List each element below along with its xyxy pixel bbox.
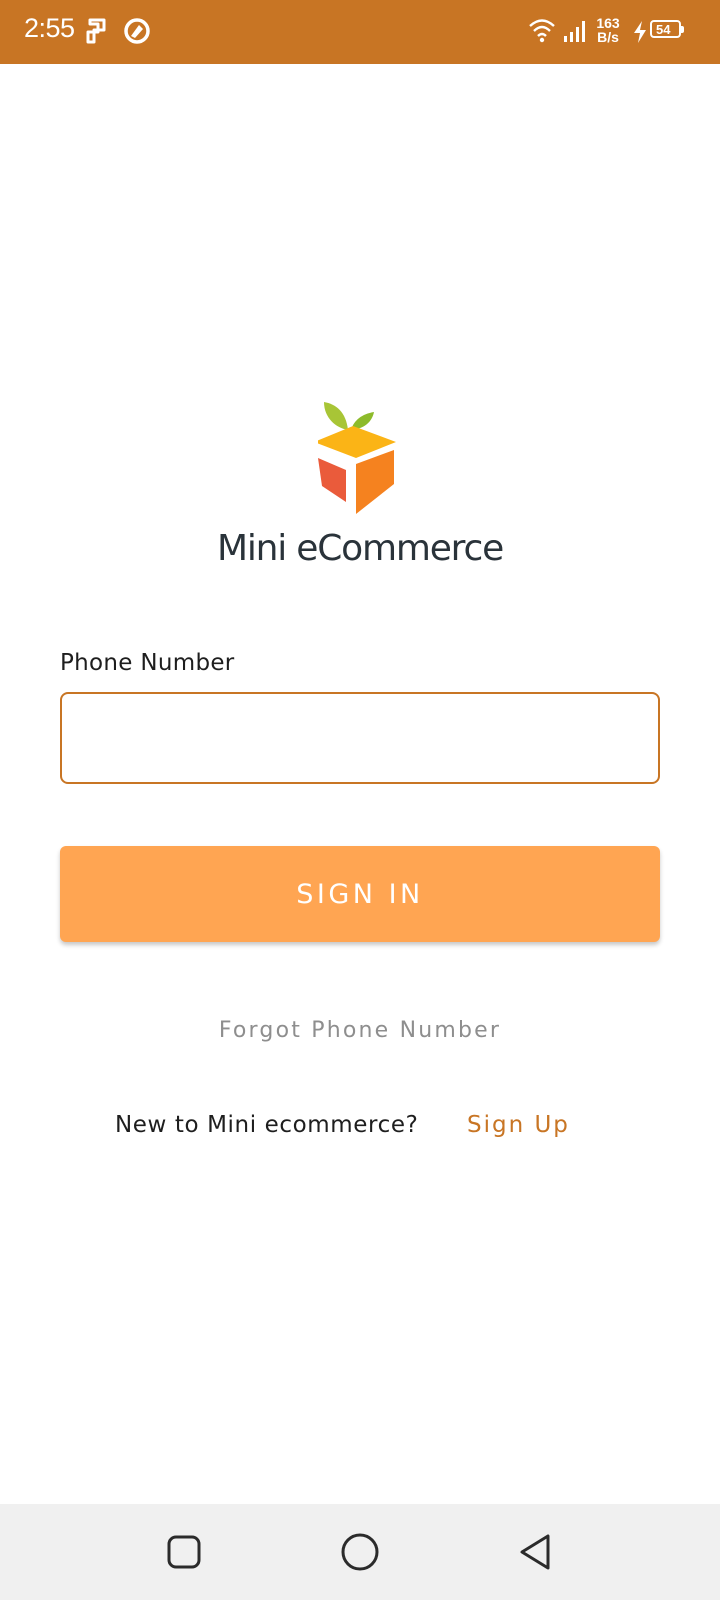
battery-icon: 54 [650, 20, 686, 40]
charging-icon [634, 21, 646, 43]
navigation-bar [0, 1504, 720, 1600]
status-right-icons: 163 B/s 54 [520, 14, 700, 48]
battery-level: 54 [656, 22, 671, 37]
sign-in-button[interactable]: SIGN IN [60, 846, 660, 942]
network-speed: 163 B/s [590, 16, 626, 44]
logo-box-right [356, 450, 394, 514]
app-notification-icon [86, 18, 106, 44]
network-speed-value: 163 [596, 15, 620, 31]
sync-icon [124, 18, 150, 44]
new-user-text: New to Mini ecommerce? [115, 1112, 419, 1138]
sign-up-link[interactable]: Sign Up [467, 1112, 570, 1138]
network-speed-unit: B/s [597, 29, 619, 45]
phone-number-input[interactable] [60, 692, 660, 784]
app-logo [318, 402, 396, 514]
logo-box-top [318, 426, 396, 458]
home-circle-icon[interactable] [340, 1532, 380, 1572]
logo-box-left [318, 458, 346, 502]
phone-number-label: Phone Number [60, 650, 235, 676]
status-time: 2:55 [24, 13, 75, 43]
logo-left-leaf [324, 402, 348, 430]
signal-icon [564, 21, 585, 42]
wifi-icon [529, 19, 555, 43]
app-name: Mini eCommerce [216, 528, 504, 569]
recents-square-icon[interactable] [166, 1534, 202, 1570]
forgot-phone-number-link[interactable]: Forgot Phone Number [0, 1018, 720, 1043]
status-bar: 2:55 163 B/s 54 [0, 0, 720, 64]
back-triangle-icon[interactable] [518, 1532, 554, 1572]
